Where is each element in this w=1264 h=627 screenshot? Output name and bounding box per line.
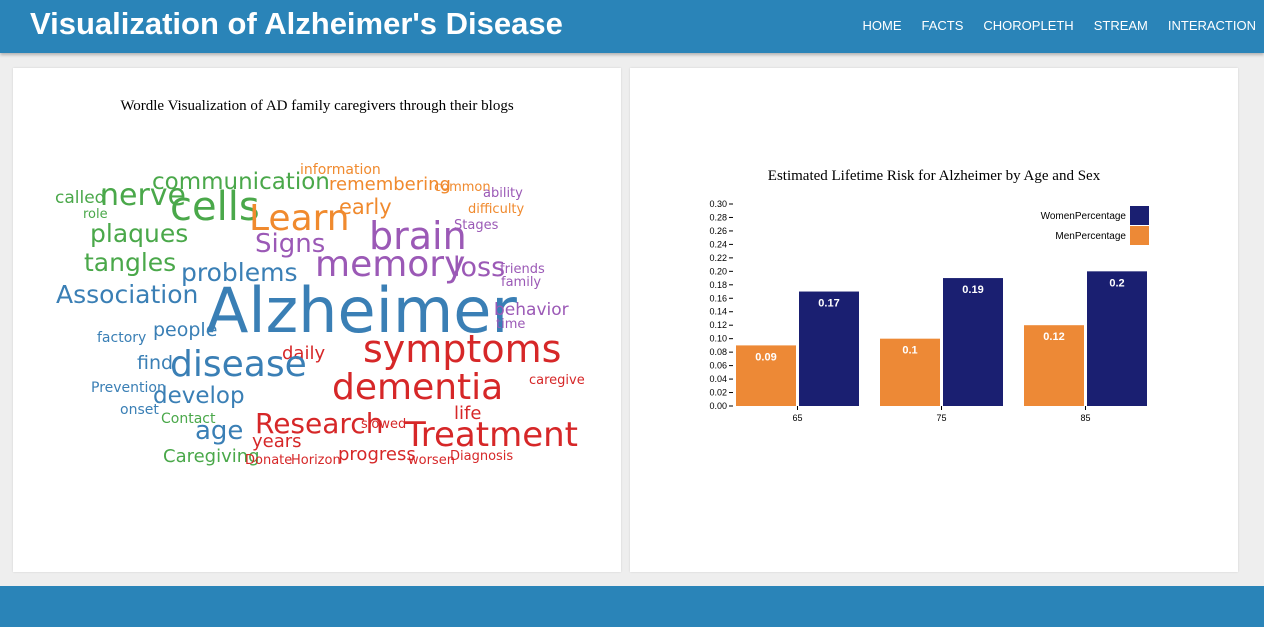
chart-panel: Estimated Lifetime Risk for Alzheimer by…: [630, 68, 1238, 572]
nav-facts[interactable]: FACTS: [922, 18, 964, 33]
wordle-word: worsen: [408, 453, 455, 468]
wordle-word: plaques: [90, 219, 189, 248]
y-tick-label: 0.14: [709, 307, 727, 317]
wordle-word: symptoms: [363, 327, 562, 371]
bar-data-label: 0.09: [755, 351, 776, 363]
wordle-word: progress: [338, 444, 416, 465]
y-tick-label: 0.02: [709, 388, 727, 398]
y-tick-label: 0.28: [709, 212, 727, 222]
x-tick-label: 85: [1080, 413, 1090, 423]
wordle-word: dementia: [332, 367, 504, 408]
wordle-word: Horizon: [291, 453, 341, 468]
wordle-word: ability: [483, 186, 523, 201]
nav-choropleth[interactable]: CHOROPLETH: [983, 18, 1073, 33]
legend-label: WomenPercentage: [1041, 211, 1127, 222]
x-tick-label: 75: [936, 413, 946, 423]
legend-label: MenPercentage: [1055, 231, 1126, 242]
nav-home[interactable]: HOME: [863, 18, 902, 33]
y-tick-label: 0.18: [709, 280, 727, 290]
y-tick-label: 0.20: [709, 266, 727, 276]
wordle-word: caregive: [529, 373, 585, 388]
y-tick-label: 0.12: [709, 320, 727, 330]
wordle-word: Donate: [245, 453, 293, 468]
bar-womenpercentage-85: [1087, 271, 1147, 406]
bar-data-label: 0.2: [1109, 277, 1124, 289]
y-tick-label: 0.16: [709, 293, 727, 303]
y-tick-label: 0.00: [709, 401, 727, 411]
wordle-word: onset: [120, 402, 159, 418]
y-tick-label: 0.06: [709, 361, 727, 371]
wordle-word: difficulty: [468, 202, 525, 217]
bar-data-label: 0.1: [902, 345, 917, 357]
wordle-word: people: [153, 319, 218, 341]
y-tick-label: 0.22: [709, 253, 727, 263]
bar-data-label: 0.17: [818, 298, 839, 310]
wordle-word: age: [195, 416, 244, 446]
wordle-word: tangles: [84, 248, 177, 277]
y-tick-label: 0.08: [709, 347, 727, 357]
wordle-word: Treatment: [405, 415, 579, 455]
wordle-word: Diagnosis: [450, 449, 514, 464]
wordle-word: remembering: [329, 174, 451, 195]
wordle-word: Association: [56, 280, 199, 309]
wordle-word: disease: [170, 344, 307, 385]
y-tick-label: 0.10: [709, 334, 727, 344]
wordle-word: called: [55, 188, 106, 208]
main-nav: HOME FACTS CHOROPLETH STREAM INTERACTION: [843, 18, 1257, 33]
word-cloud: information communication remembering commo…: [13, 68, 621, 572]
site-title: Visualization of Alzheimer's Disease: [30, 6, 563, 41]
site-footer: [0, 586, 1264, 627]
nav-stream[interactable]: STREAM: [1094, 18, 1148, 33]
wordle-word: slowed: [361, 417, 407, 432]
site-header: Visualization of Alzheimer's Disease HOM…: [0, 0, 1264, 53]
bar-womenpercentage-75: [943, 278, 1003, 406]
y-tick-label: 0.04: [709, 374, 727, 384]
x-tick-label: 65: [792, 413, 802, 423]
bar-data-label: 0.12: [1043, 331, 1064, 343]
risk-bar-chart: 0.000.020.040.060.080.100.120.140.160.18…: [709, 199, 1149, 423]
y-tick-label: 0.26: [709, 226, 727, 236]
bar-data-label: 0.19: [962, 284, 983, 296]
nav-interaction[interactable]: INTERACTION: [1168, 18, 1256, 33]
wordle-word: develop: [153, 383, 245, 409]
wordle-word: factory: [97, 330, 147, 346]
y-tick-label: 0.24: [709, 239, 727, 249]
wordle-panel: Wordle Visualization of AD family caregi…: [13, 68, 621, 572]
wordle-word: find: [137, 352, 174, 374]
legend-swatch-womenpercentage: [1130, 206, 1149, 225]
legend-swatch-menpercentage: [1130, 226, 1149, 245]
y-tick-label: 0.30: [709, 199, 727, 209]
